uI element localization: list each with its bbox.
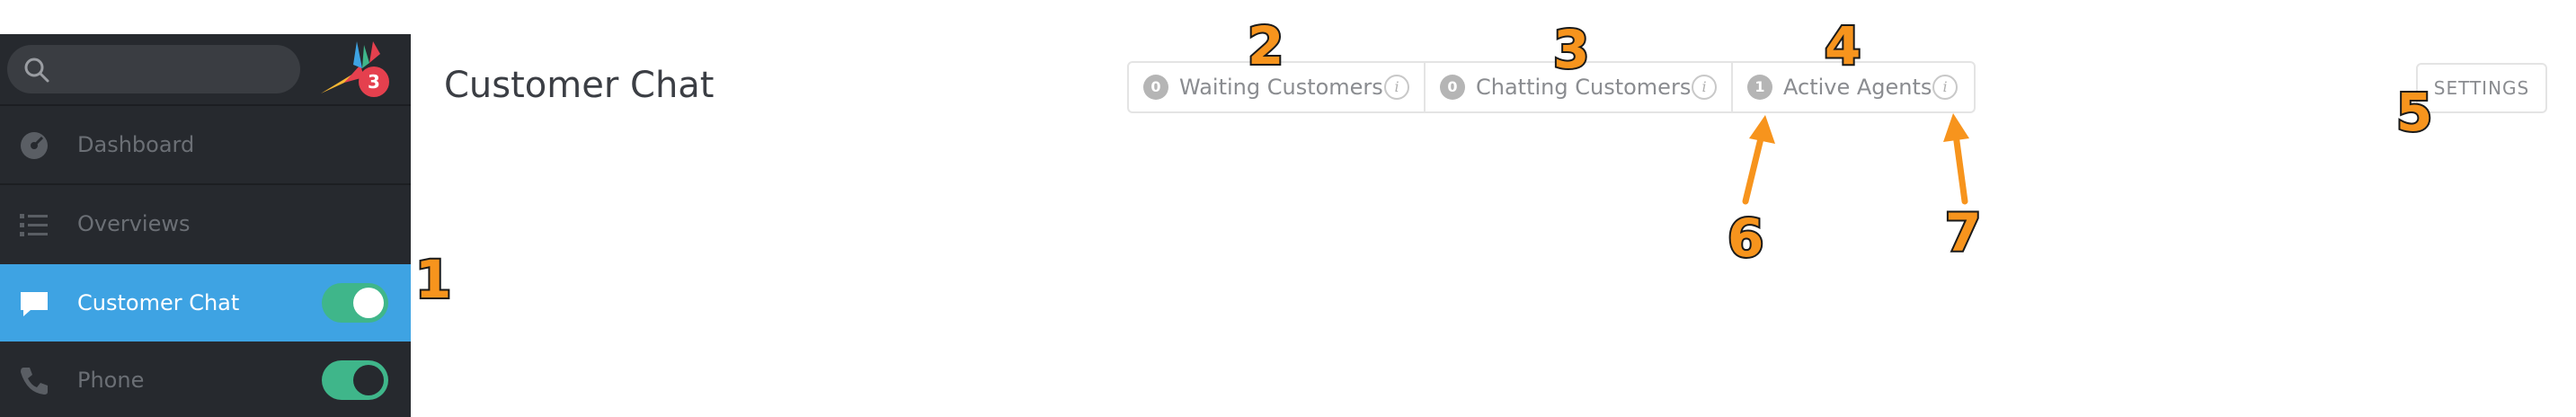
notification-badge: 3: [359, 67, 389, 97]
info-icon[interactable]: i: [1932, 75, 1958, 100]
callout-number: 3: [1551, 19, 1591, 80]
sidebar-item-customer-chat[interactable]: Customer Chat: [0, 264, 411, 342]
sidebar: 3 Dashboard Overviews Customer Chat Phon…: [0, 34, 411, 417]
list-icon: [20, 214, 48, 236]
phone-toggle[interactable]: [322, 360, 388, 400]
app-logo[interactable]: 3: [317, 38, 389, 99]
callout-number: 6: [1726, 208, 1765, 269]
callout-number: 7: [1943, 202, 1983, 263]
toggle-knob: [353, 365, 384, 395]
callout-number: 1: [413, 249, 453, 310]
sidebar-item-dashboard[interactable]: Dashboard: [0, 106, 411, 183]
sidebar-item-label: Dashboard: [77, 132, 195, 157]
page-title: Customer Chat: [444, 65, 715, 106]
customer-chat-toggle[interactable]: [322, 283, 388, 323]
info-icon[interactable]: i: [1692, 75, 1717, 100]
settings-button[interactable]: SETTINGS: [2416, 63, 2547, 113]
callout-number: 5: [2394, 82, 2434, 143]
arrow-6: [1742, 115, 1775, 205]
chat-bubble-icon: [21, 292, 48, 316]
search-icon: [24, 58, 49, 83]
info-icon[interactable]: i: [1384, 75, 1409, 100]
active-agents-label: Active Agents: [1783, 75, 1932, 100]
callout-number: 4: [1823, 15, 1862, 76]
app-root: 3 Dashboard Overviews Customer Chat Phon…: [0, 0, 2576, 417]
sidebar-item-label: Phone: [77, 368, 145, 393]
sidebar-item-overviews[interactable]: Overviews: [0, 185, 411, 262]
chatting-count-badge: 0: [1440, 75, 1465, 100]
sidebar-item-label: Overviews: [77, 211, 191, 236]
sidebar-item-label: Customer Chat: [77, 290, 240, 315]
sidebar-item-phone[interactable]: Phone: [0, 342, 411, 417]
arrow-7: [1943, 113, 1969, 205]
agents-count-badge: 1: [1747, 75, 1772, 100]
toggle-knob: [353, 288, 384, 318]
waiting-count-badge: 0: [1143, 75, 1168, 100]
callout-number: 2: [1246, 15, 1285, 76]
waiting-customers-label: Waiting Customers: [1179, 75, 1383, 100]
dashboard-icon: [21, 132, 48, 159]
search-input[interactable]: [7, 45, 300, 93]
phone-icon: [21, 368, 48, 395]
